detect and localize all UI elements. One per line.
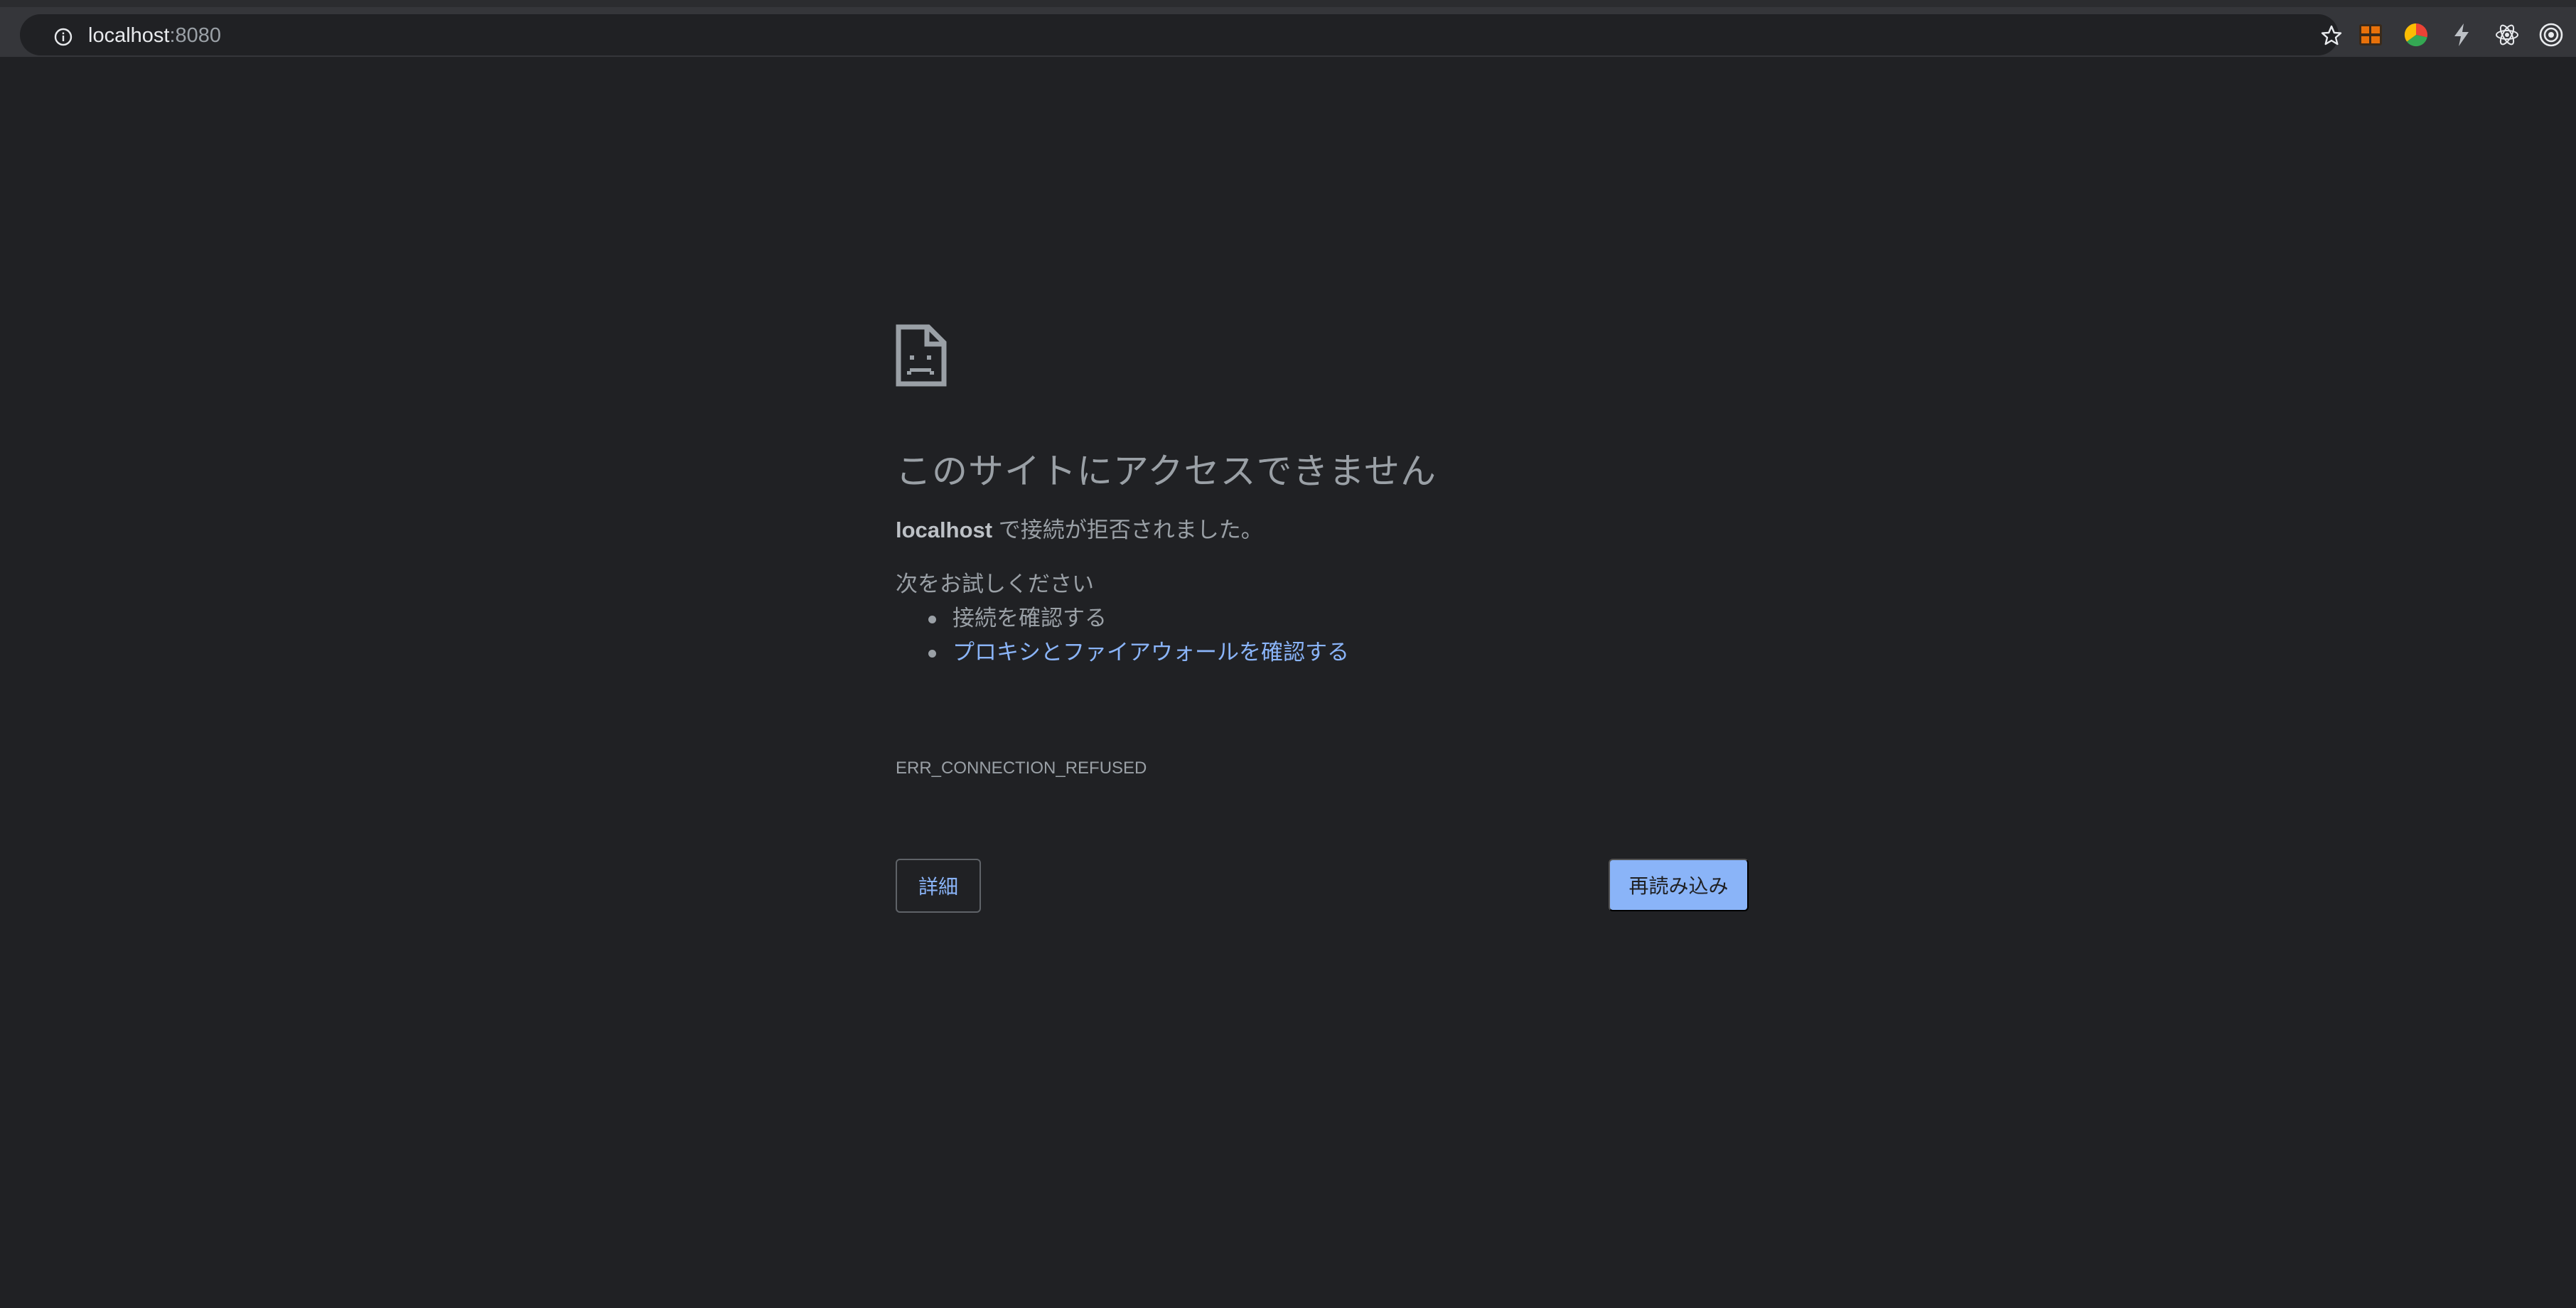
url-host: localhost xyxy=(88,24,170,47)
bolt-extension-icon[interactable] xyxy=(2448,21,2475,48)
suggestion-check-proxy-firewall-link[interactable]: プロキシとファイアウォールを確認する xyxy=(952,640,1349,665)
color-wheel-extension-icon[interactable] xyxy=(2403,21,2430,48)
bullet-icon xyxy=(928,650,936,658)
info-icon[interactable] xyxy=(54,28,73,46)
suggestions-heading: 次をお試しください xyxy=(896,572,1094,596)
bookmark-star-icon[interactable] xyxy=(2320,24,2343,47)
url-port: :8080 xyxy=(169,24,222,47)
summary-text: で接続が拒否されました。 xyxy=(992,518,1263,542)
details-button[interactable]: 詳細 xyxy=(896,859,981,913)
error-code: ERR_CONNECTION_REFUSED xyxy=(896,758,1147,778)
summary-host: localhost xyxy=(896,518,993,542)
address-bar[interactable]: localhost:8080 xyxy=(20,14,2342,55)
suggestion-item: 接続を確認する xyxy=(896,604,1349,638)
suggestion-item: プロキシとファイアウォールを確認する xyxy=(896,638,1349,672)
reload-button[interactable]: 再読み込み xyxy=(1609,859,1749,911)
suggestion-check-connection: 接続を確認する xyxy=(952,606,1107,631)
target-extension-icon[interactable] xyxy=(2538,21,2565,48)
bullet-icon xyxy=(928,616,936,623)
error-title: このサイトにアクセスできません xyxy=(896,451,1437,491)
url-text[interactable]: localhost:8080 xyxy=(88,24,221,47)
sushi-extension-icon[interactable] xyxy=(2357,21,2384,48)
react-devtools-icon[interactable] xyxy=(2494,21,2521,48)
error-summary: localhost で接続が拒否されました。 xyxy=(896,516,1263,545)
browser-toolbar: localhost:8080 xyxy=(0,0,2576,57)
suggestions-list: 接続を確認する プロキシとファイアウォールを確認する xyxy=(896,604,1349,672)
error-page: このサイトにアクセスできません localhost で接続が拒否されました。 次… xyxy=(0,57,2576,1308)
sad-document-icon xyxy=(896,324,947,387)
